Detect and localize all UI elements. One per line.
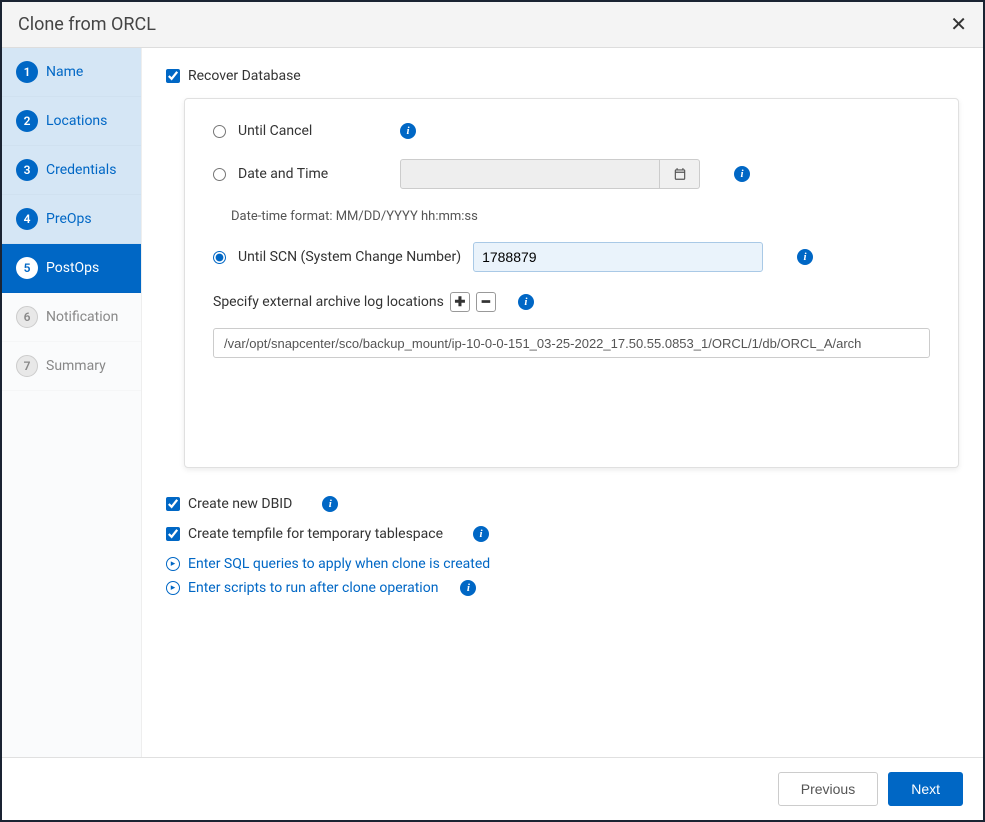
step-number: 3	[16, 159, 38, 181]
remove-location-button[interactable]: ━	[476, 292, 496, 312]
step-label: Credentials	[46, 162, 116, 178]
recover-database-label: Recover Database	[188, 68, 301, 84]
until-scn-radio[interactable]	[213, 251, 226, 264]
until-cancel-radio[interactable]	[213, 125, 226, 138]
enter-scripts-row: ▸ Enter scripts to run after clone opera…	[166, 580, 959, 596]
date-time-row: Date and Time i	[213, 159, 930, 189]
create-tempfile-row: Create tempfile for temporary tablespace…	[166, 526, 959, 542]
recover-options-card: Until Cancel i Date and Time i Date	[184, 98, 959, 468]
archive-locations-row: Specify external archive log locations ✚…	[213, 292, 930, 312]
create-dbid-checkbox[interactable]	[166, 497, 180, 511]
info-icon[interactable]: i	[400, 123, 416, 139]
until-cancel-label: Until Cancel	[238, 123, 388, 139]
create-tempfile-label: Create tempfile for temporary tablespace	[188, 526, 443, 542]
wizard-step-summary[interactable]: 7 Summary	[2, 342, 141, 391]
wizard-step-preops[interactable]: 4 PreOps	[2, 195, 141, 244]
wizard-step-name[interactable]: 1 Name	[2, 48, 141, 97]
archive-locations-label: Specify external archive log locations	[213, 294, 444, 310]
date-time-label: Date and Time	[238, 166, 388, 182]
calendar-icon	[673, 167, 687, 181]
modal-body: 1 Name 2 Locations 3 Credentials 4 PreOps 5 PostO…	[2, 48, 983, 757]
scn-input[interactable]	[473, 242, 763, 272]
step-label: PreOps	[46, 211, 92, 227]
next-button[interactable]: Next	[888, 772, 963, 806]
clone-modal: Clone from ORCL ✕ 1 Name 2 Locations 3 Creden…	[0, 0, 985, 822]
wizard-step-credentials[interactable]: 3 Credentials	[2, 146, 141, 195]
info-icon[interactable]: i	[518, 294, 534, 310]
add-location-button[interactable]: ✚	[450, 292, 470, 312]
recover-database-checkbox[interactable]	[166, 69, 180, 83]
chevron-icon: ▸	[166, 557, 180, 571]
wizard-sidebar: 1 Name 2 Locations 3 Credentials 4 PreOps 5 PostO…	[2, 48, 142, 757]
until-scn-label: Until SCN (System Change Number)	[238, 249, 461, 265]
wizard-step-postops[interactable]: 5 PostOps	[2, 244, 141, 293]
previous-button[interactable]: Previous	[778, 772, 878, 806]
info-icon[interactable]: i	[797, 249, 813, 265]
modal-header: Clone from ORCL ✕	[2, 2, 983, 48]
wizard-step-locations[interactable]: 2 Locations	[2, 97, 141, 146]
step-number: 5	[16, 257, 38, 279]
step-number: 4	[16, 208, 38, 230]
date-input-group	[400, 159, 700, 189]
date-format-hint: Date-time format: MM/DD/YYYY hh:mm:ss	[231, 209, 930, 224]
info-icon[interactable]: i	[460, 580, 476, 596]
close-button[interactable]: ✕	[950, 12, 967, 37]
create-dbid-row: Create new DBID i	[166, 496, 959, 512]
content-pane: Recover Database Until Cancel i Date and…	[142, 48, 983, 757]
step-label: PostOps	[46, 260, 99, 276]
wizard-step-notification[interactable]: 6 Notification	[2, 293, 141, 342]
until-cancel-row: Until Cancel i	[213, 123, 930, 139]
step-number: 2	[16, 110, 38, 132]
modal-footer: Previous Next	[2, 757, 983, 820]
archive-path-input[interactable]	[213, 328, 930, 358]
chevron-icon: ▸	[166, 581, 180, 595]
step-label: Name	[46, 64, 83, 80]
step-label: Summary	[46, 358, 106, 374]
info-icon[interactable]: i	[734, 166, 750, 182]
step-number: 6	[16, 306, 38, 328]
enter-scripts-link[interactable]: Enter scripts to run after clone operati…	[188, 580, 438, 596]
date-time-radio[interactable]	[213, 168, 226, 181]
modal-title: Clone from ORCL	[18, 14, 156, 35]
info-icon[interactable]: i	[473, 526, 489, 542]
step-label: Locations	[46, 113, 107, 129]
calendar-button[interactable]	[660, 159, 700, 189]
info-icon[interactable]: i	[322, 496, 338, 512]
step-number: 7	[16, 355, 38, 377]
until-scn-row: Until SCN (System Change Number) i	[213, 242, 930, 272]
date-time-input[interactable]	[400, 159, 660, 189]
step-label: Notification	[46, 309, 118, 325]
enter-sql-link[interactable]: Enter SQL queries to apply when clone is…	[188, 556, 490, 572]
recover-database-row: Recover Database	[166, 68, 959, 84]
enter-sql-row: ▸ Enter SQL queries to apply when clone …	[166, 556, 959, 572]
create-tempfile-checkbox[interactable]	[166, 527, 180, 541]
create-dbid-label: Create new DBID	[188, 496, 292, 512]
step-number: 1	[16, 61, 38, 83]
